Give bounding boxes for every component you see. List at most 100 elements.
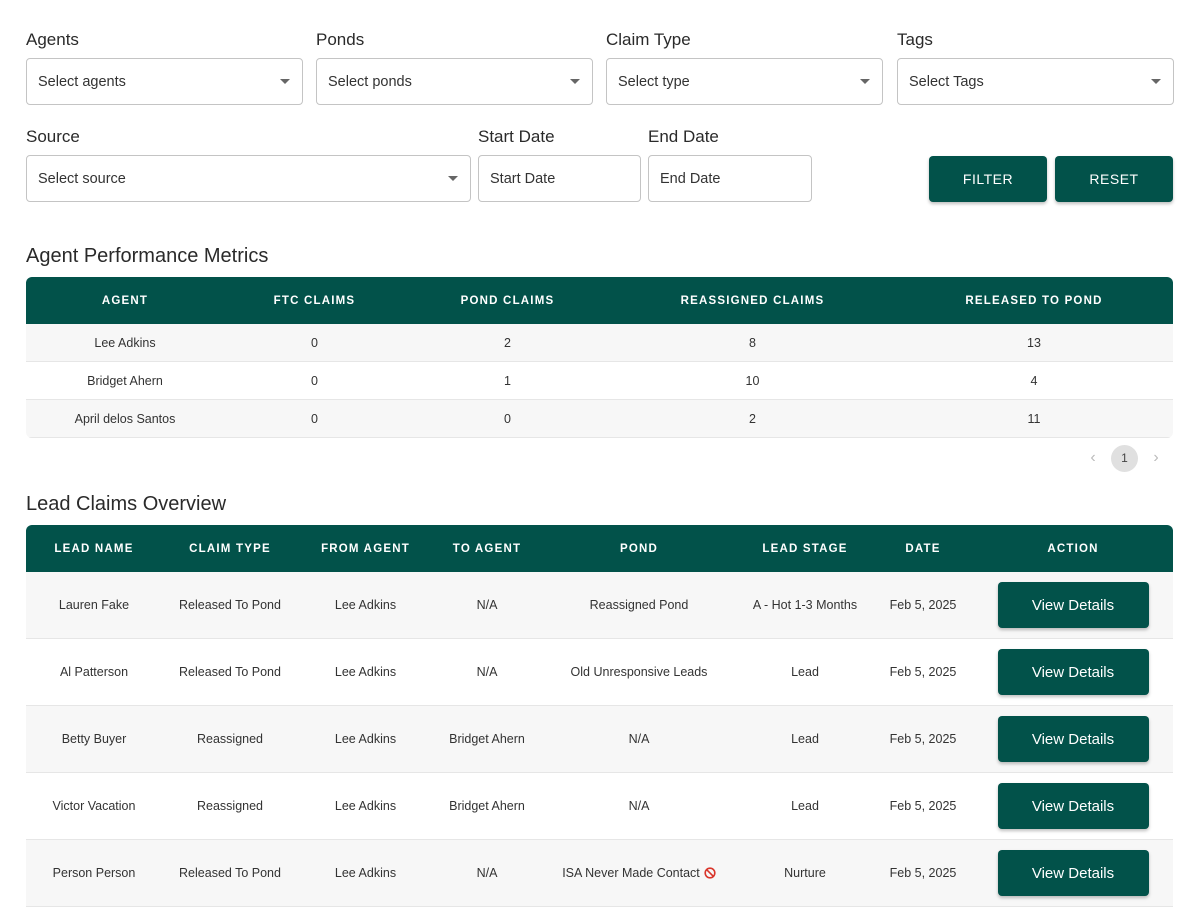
next-page-icon[interactable]: › xyxy=(1142,444,1170,472)
to-agent-cell: N/A xyxy=(476,866,498,880)
pond-claims-cell: 2 xyxy=(504,335,511,350)
tags-select-value: Select Tags xyxy=(909,73,984,90)
source-select[interactable]: Select source xyxy=(26,155,471,202)
claims-table: LEAD NAME CLAIM TYPE FROM AGENT TO AGENT… xyxy=(26,525,1173,907)
pond-claims-cell: 1 xyxy=(504,373,511,388)
view-details-button[interactable]: View Details xyxy=(997,850,1149,896)
table-row: Betty Buyer Reassigned Lee Adkins Bridge… xyxy=(26,706,1173,773)
action-cell: View Details xyxy=(973,716,1173,762)
to-agent-cell: Bridget Ahern xyxy=(449,732,525,746)
pond-cell: Reassigned Pond xyxy=(589,598,689,612)
from-agent-cell: Lee Adkins xyxy=(334,732,397,746)
reassigned-claims-cell: 10 xyxy=(745,373,760,388)
agent-cell: Bridget Ahern xyxy=(87,373,163,388)
end-date-input[interactable]: End Date xyxy=(648,155,812,202)
table-row: Victor Vacation Reassigned Lee Adkins Br… xyxy=(26,773,1173,840)
end-date-placeholder: End Date xyxy=(660,170,721,187)
view-details-button[interactable]: View Details xyxy=(997,582,1149,628)
metrics-title: Agent Performance Metrics xyxy=(26,245,269,267)
table-row: Bridget Ahern 0 1 10 4 xyxy=(26,362,1173,400)
lead-stage-cell: A - Hot 1-3 Months xyxy=(752,598,858,612)
date-cell: Feb 5, 2025 xyxy=(889,799,957,813)
ponds-select[interactable]: Select ponds xyxy=(316,58,593,105)
reset-button[interactable]: RESET xyxy=(1055,156,1173,202)
view-details-button[interactable]: View Details xyxy=(997,649,1149,695)
tags-select[interactable]: Select Tags xyxy=(897,58,1174,105)
column-header[interactable]: TO AGENT xyxy=(433,543,541,555)
action-cell: View Details xyxy=(973,649,1173,695)
caret-down-icon xyxy=(570,79,580,84)
table-row: Al Patterson Released To Pond Lee Adkins… xyxy=(26,639,1173,706)
tags-label: Tags xyxy=(897,30,933,49)
page-1-button[interactable]: 1 xyxy=(1111,444,1138,472)
column-header[interactable]: CLAIM TYPE xyxy=(162,543,298,555)
ponds-label: Ponds xyxy=(316,30,365,49)
caret-down-icon xyxy=(280,79,290,84)
action-cell: View Details xyxy=(973,850,1173,896)
from-agent-cell: Lee Adkins xyxy=(334,866,397,880)
lead-name-cell: Victor Vacation xyxy=(52,799,136,813)
column-header[interactable]: LEAD NAME xyxy=(26,543,162,555)
ponds-select-value: Select ponds xyxy=(328,73,412,90)
lead-name-cell: Person Person xyxy=(52,866,136,880)
claims-table-header: LEAD NAME CLAIM TYPE FROM AGENT TO AGENT… xyxy=(26,525,1173,572)
column-header[interactable]: LEAD STAGE xyxy=(737,543,873,555)
start-date-input[interactable]: Start Date xyxy=(478,155,641,202)
claim-type-select[interactable]: Select type xyxy=(606,58,883,105)
lead-stage-cell: Nurture xyxy=(784,866,826,880)
pond-cell-label: ISA Never Made Contact xyxy=(562,866,700,880)
start-date-label: Start Date xyxy=(478,127,555,146)
lead-stage-cell: Lead xyxy=(791,799,819,813)
lead-name-cell: Lauren Fake xyxy=(58,598,130,612)
to-agent-cell: N/A xyxy=(476,665,498,679)
column-header[interactable]: AGENT xyxy=(26,295,224,307)
pond-cell: N/A xyxy=(628,732,650,746)
caret-down-icon xyxy=(860,79,870,84)
agent-cell: April delos Santos xyxy=(74,411,176,426)
from-agent-cell: Lee Adkins xyxy=(334,799,397,813)
column-header[interactable]: FROM AGENT xyxy=(298,543,433,555)
source-select-value: Select source xyxy=(38,170,126,187)
released-to-pond-cell: 11 xyxy=(1027,411,1041,426)
metrics-pagination: ‹ 1 › xyxy=(1079,444,1170,472)
source-label: Source xyxy=(26,127,80,146)
metrics-table-header: AGENT FTC CLAIMS POND CLAIMS REASSIGNED … xyxy=(26,277,1173,324)
claims-table-body: Lauren Fake Released To Pond Lee Adkins … xyxy=(26,572,1173,907)
action-cell: View Details xyxy=(973,783,1173,829)
ftc-claims-cell: 0 xyxy=(311,411,318,426)
table-row: Lee Adkins 0 2 8 13 xyxy=(26,324,1173,362)
from-agent-cell: Lee Adkins xyxy=(334,665,397,679)
to-agent-cell: N/A xyxy=(476,598,498,612)
caret-down-icon xyxy=(448,176,458,181)
date-cell: Feb 5, 2025 xyxy=(889,732,957,746)
ftc-claims-cell: 0 xyxy=(311,373,318,388)
column-header[interactable]: POND xyxy=(541,543,737,555)
pond-cell: ISA Never Made Contact xyxy=(562,866,716,880)
lead-name-cell: Betty Buyer xyxy=(61,732,127,746)
agents-label: Agents xyxy=(26,30,79,49)
column-header[interactable]: FTC CLAIMS xyxy=(224,295,405,307)
column-header[interactable]: REASSIGNED CLAIMS xyxy=(610,295,895,307)
start-date-placeholder: Start Date xyxy=(490,170,556,187)
metrics-table-body: Lee Adkins 0 2 8 13 Bridget Ahern 0 1 10… xyxy=(26,324,1173,438)
column-header[interactable]: RELEASED TO POND xyxy=(895,295,1173,307)
to-agent-cell: Bridget Ahern xyxy=(449,799,525,813)
agents-select-value: Select agents xyxy=(38,73,126,90)
table-row: Person Person Released To Pond Lee Adkin… xyxy=(26,840,1173,907)
view-details-button[interactable]: View Details xyxy=(997,716,1149,762)
reassigned-claims-cell: 2 xyxy=(749,411,756,426)
column-header[interactable]: DATE xyxy=(873,543,973,555)
claims-title: Lead Claims Overview xyxy=(26,493,227,515)
prev-page-icon[interactable]: ‹ xyxy=(1079,444,1107,472)
caret-down-icon xyxy=(1151,79,1161,84)
reassigned-claims-cell: 8 xyxy=(749,335,756,350)
lead-name-cell: Al Patterson xyxy=(59,665,129,679)
pond-cell: N/A xyxy=(628,799,650,813)
ftc-claims-cell: 0 xyxy=(311,335,318,350)
agents-select[interactable]: Select agents xyxy=(26,58,303,105)
view-details-button[interactable]: View Details xyxy=(997,783,1149,829)
column-header[interactable]: ACTION xyxy=(973,543,1173,555)
date-cell: Feb 5, 2025 xyxy=(889,665,957,679)
column-header[interactable]: POND CLAIMS xyxy=(405,295,610,307)
filter-button[interactable]: FILTER xyxy=(929,156,1047,202)
